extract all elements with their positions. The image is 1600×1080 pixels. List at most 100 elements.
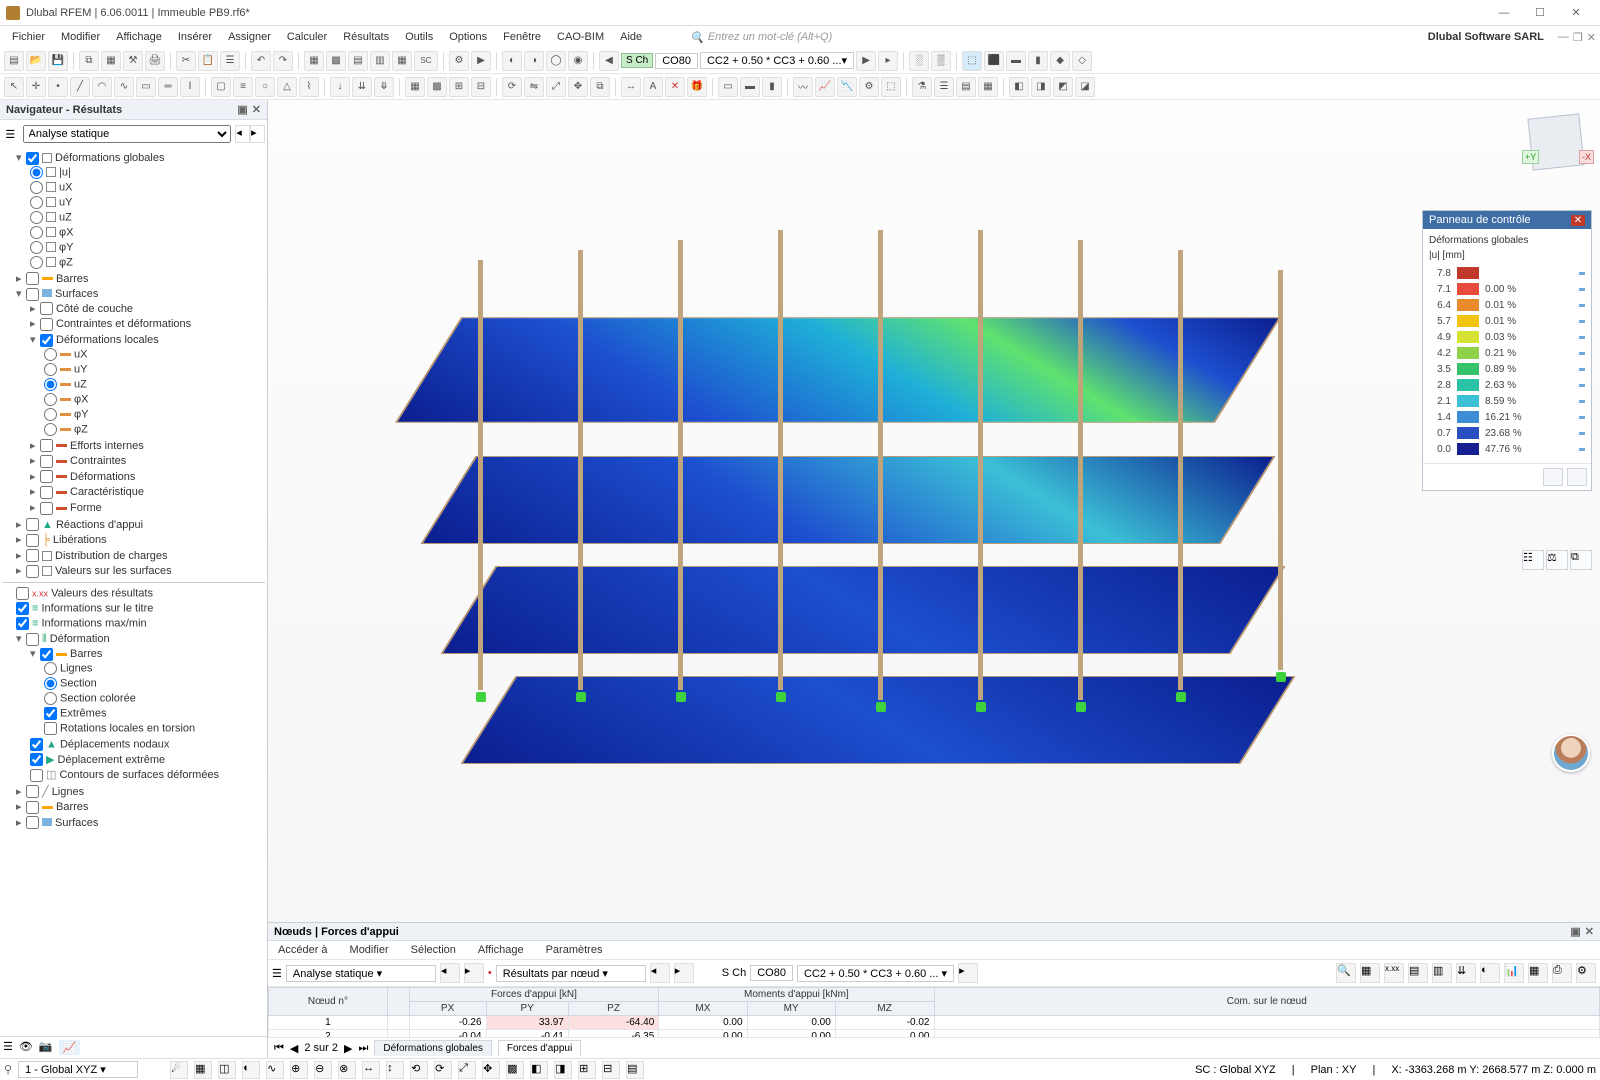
- tree2-section[interactable]: Section: [60, 677, 97, 689]
- config-icon[interactable]: ⚒: [123, 51, 143, 71]
- surf-icon[interactable]: ▭: [136, 77, 156, 97]
- chart3-icon[interactable]: 📉: [837, 77, 857, 97]
- tree-global-deform[interactable]: Déformations globales: [55, 152, 164, 164]
- tree-caracteristique[interactable]: Caractéristique: [70, 486, 144, 498]
- pg-prev-icon[interactable]: ◀: [290, 1042, 298, 1055]
- tree-cote-couche[interactable]: Côté de couche: [56, 303, 133, 315]
- bt-zoom-icon[interactable]: 🔍: [1336, 963, 1356, 983]
- cube3d-icon[interactable]: ⬚: [881, 77, 901, 97]
- f-8[interactable]: ⊗: [338, 1061, 356, 1079]
- grid3-icon[interactable]: ▤: [348, 51, 368, 71]
- assistant-avatar[interactable]: [1552, 734, 1590, 772]
- rot-icon[interactable]: ⟳: [502, 77, 522, 97]
- doc-max-icon[interactable]: ❐: [1573, 31, 1583, 44]
- tree2-barres2[interactable]: Barres: [56, 801, 88, 813]
- grid4-icon[interactable]: ▥: [370, 51, 390, 71]
- menu-cao-bim[interactable]: CAO-BIM: [549, 29, 612, 45]
- view-sel3-icon[interactable]: ▮: [762, 77, 782, 97]
- axis-y-label[interactable]: +Y: [1522, 150, 1539, 164]
- nav-tab-data-icon[interactable]: ☰: [3, 1040, 13, 1055]
- bt-xxx-icon[interactable]: x.xx: [1384, 963, 1404, 983]
- tree-contraintes[interactable]: Contraintes: [70, 455, 126, 467]
- tree-l-uz[interactable]: uZ: [74, 378, 87, 390]
- f-1[interactable]: ☄: [170, 1061, 188, 1079]
- props-icon[interactable]: ☰: [220, 51, 240, 71]
- tree2-valres[interactable]: Valeurs des résultats: [51, 587, 153, 599]
- f-4[interactable]: ◐: [242, 1061, 260, 1079]
- tree-l-uy[interactable]: uY: [74, 363, 87, 375]
- side-btn-2[interactable]: ⚖: [1546, 550, 1568, 570]
- viewxy-icon[interactable]: ⬛: [984, 51, 1004, 71]
- view-sel1-icon[interactable]: ▭: [718, 77, 738, 97]
- thick-icon[interactable]: ≡: [233, 77, 253, 97]
- tree2-barres[interactable]: Barres: [70, 648, 102, 660]
- results3-icon[interactable]: ◯: [546, 51, 566, 71]
- viewpersp-icon[interactable]: ◇: [1072, 51, 1092, 71]
- pg-next-icon[interactable]: ▶: [344, 1042, 352, 1055]
- bc-desc[interactable]: CC2 + 0.50 * CC3 + 0.60 ... ▾: [797, 965, 954, 982]
- viewiso-icon[interactable]: ◆: [1050, 51, 1070, 71]
- maximize-button[interactable]: ☐: [1522, 6, 1558, 19]
- view-cube[interactable]: +Y -X: [1522, 108, 1592, 178]
- bt-1-icon[interactable]: ▤: [1408, 963, 1428, 983]
- f-11[interactable]: ⟲: [410, 1061, 428, 1079]
- mesh1-icon[interactable]: ▦: [405, 77, 425, 97]
- bp-close-icon[interactable]: ✕: [1585, 925, 1594, 938]
- tree-valeurs-surf[interactable]: Valeurs sur les surfaces: [55, 565, 172, 577]
- mesh3-icon[interactable]: ⊞: [449, 77, 469, 97]
- spring-icon[interactable]: ⌇: [299, 77, 319, 97]
- chart2-icon[interactable]: 📈: [815, 77, 835, 97]
- layer1-icon[interactable]: ◧: [1009, 77, 1029, 97]
- f-17[interactable]: ◨: [554, 1061, 572, 1079]
- spline-icon[interactable]: ∿: [114, 77, 134, 97]
- pg-last-icon[interactable]: ⏭: [358, 1042, 368, 1055]
- bc-next2-icon[interactable]: ▸: [674, 963, 694, 983]
- f-6[interactable]: ⊕: [290, 1061, 308, 1079]
- bc-next-icon[interactable]: ▸: [464, 963, 484, 983]
- tree-forme[interactable]: Forme: [70, 502, 102, 514]
- mesh4-icon[interactable]: ⊟: [471, 77, 491, 97]
- copy2-icon[interactable]: ⧉: [590, 77, 610, 97]
- search-box[interactable]: 🔍 Entrez un mot-clé (Alt+Q): [690, 31, 832, 44]
- minimize-button[interactable]: —: [1486, 7, 1522, 19]
- line-icon[interactable]: ╱: [70, 77, 90, 97]
- view-sel2-icon[interactable]: ▬: [740, 77, 760, 97]
- nav-tab-eye-icon[interactable]: 👁: [19, 1040, 33, 1055]
- f-12[interactable]: ⟳: [434, 1061, 452, 1079]
- layer2-icon[interactable]: ◨: [1031, 77, 1051, 97]
- paste-icon[interactable]: ▦: [101, 51, 121, 71]
- filter4-icon[interactable]: ▦: [978, 77, 998, 97]
- open-icon[interactable]: 📂: [26, 51, 46, 71]
- move-icon[interactable]: ✥: [568, 77, 588, 97]
- select-icon[interactable]: ↖: [4, 77, 24, 97]
- tree2-infotitre[interactable]: Informations sur le titre: [41, 602, 153, 614]
- tree-reactions[interactable]: Réactions d'appui: [56, 519, 143, 531]
- grid1-icon[interactable]: ▦: [304, 51, 324, 71]
- tree-u[interactable]: |u|: [59, 166, 71, 178]
- dim-icon[interactable]: ↔: [621, 77, 641, 97]
- arc-icon[interactable]: ◠: [92, 77, 112, 97]
- tree-barres[interactable]: Barres: [56, 273, 88, 285]
- tree2-surfaces2[interactable]: Surfaces: [55, 817, 98, 829]
- bc-prev2-icon[interactable]: ◂: [650, 963, 670, 983]
- text-icon[interactable]: A: [643, 77, 663, 97]
- doc-close-icon[interactable]: ✕: [1587, 31, 1596, 44]
- cut-icon[interactable]: ✂: [176, 51, 196, 71]
- del-icon[interactable]: ✕: [665, 77, 685, 97]
- nav-tab-cam-icon[interactable]: 📷: [39, 1040, 53, 1055]
- clipboard-icon[interactable]: 📋: [198, 51, 218, 71]
- tree-liberations[interactable]: Libérations: [53, 534, 107, 546]
- side-btn-3[interactable]: ⧉: [1570, 550, 1592, 570]
- menu-calculer[interactable]: Calculer: [279, 29, 335, 45]
- navigator-pin-icon[interactable]: ▣: [237, 103, 247, 116]
- tree-efforts[interactable]: Efforts internes: [70, 440, 144, 452]
- f-5[interactable]: ∿: [266, 1061, 284, 1079]
- viewxz-icon[interactable]: ▮: [1028, 51, 1048, 71]
- next-combo-icon[interactable]: ▶: [856, 51, 876, 71]
- bt-filter-icon[interactable]: ▦: [1360, 963, 1380, 983]
- supp-icon[interactable]: △: [277, 77, 297, 97]
- view-combo[interactable]: 1 - Global XYZ ▾: [18, 1061, 138, 1078]
- f-2[interactable]: ▦: [194, 1061, 212, 1079]
- pg-first-icon[interactable]: ⏮: [274, 1042, 284, 1055]
- chart1-icon[interactable]: 〰: [793, 77, 813, 97]
